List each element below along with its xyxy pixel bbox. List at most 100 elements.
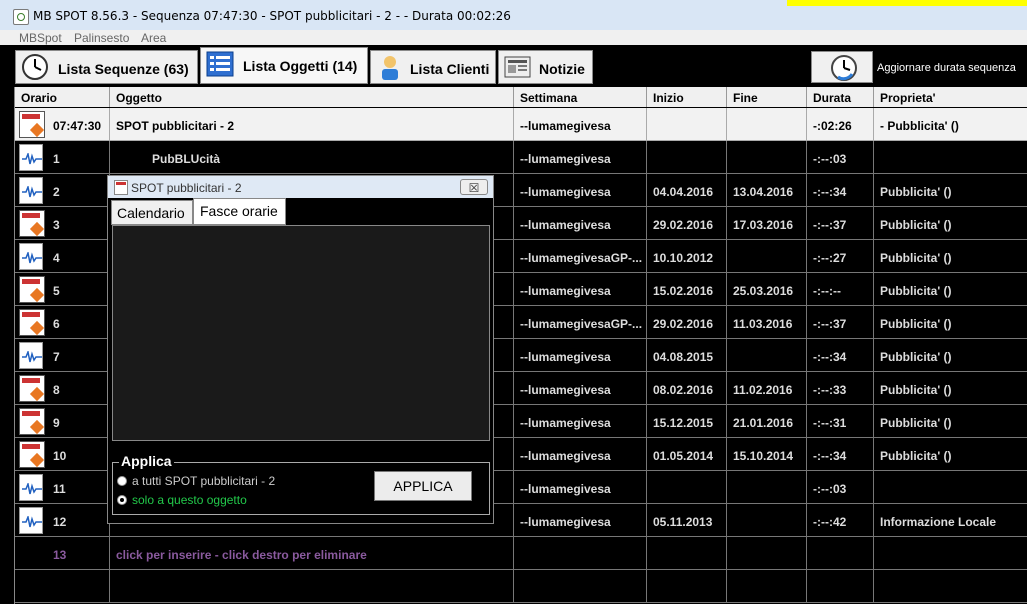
- cell-durata: -:--:33: [807, 372, 874, 405]
- radio-all[interactable]: [117, 476, 127, 486]
- insert-row[interactable]: 13 click per inserire - click destro per…: [15, 537, 1027, 570]
- cell-proprieta: Pubblicita' (): [874, 174, 1027, 207]
- cell-fine: [727, 108, 807, 141]
- cell-inizio: [647, 471, 727, 504]
- cell-fine: 11.03.2016: [727, 306, 807, 339]
- table-cell: [110, 570, 514, 603]
- refresh-duration-button[interactable]: Aggiornare durata sequenza: [811, 51, 1027, 84]
- menu-area[interactable]: Area: [141, 31, 166, 45]
- table-cell: [514, 537, 647, 570]
- cell-inizio: 04.08.2015: [647, 339, 727, 372]
- table-row[interactable]: 07:47:30 SPOT pubblicitari - 2 --lumamegiv…: [15, 108, 1027, 141]
- cell-fine: 21.01.2016: [727, 405, 807, 438]
- person-icon: [375, 53, 405, 81]
- clock-icon: [20, 53, 50, 81]
- cell-inizio: 15.02.2016: [647, 273, 727, 306]
- dialog-titlebar: SPOT pubblicitari - 2 ☒: [108, 176, 493, 198]
- empty-row: [15, 570, 1027, 603]
- refresh-label: Aggiornare durata sequenza: [877, 62, 1016, 74]
- audio-icon: [19, 243, 45, 270]
- cell-durata: -:--:37: [807, 207, 874, 240]
- col-proprieta[interactable]: Proprieta': [874, 87, 1027, 107]
- radio-all-label[interactable]: a tutti SPOT pubblicitari - 2: [132, 474, 275, 488]
- calendar-icon: [19, 210, 45, 237]
- cell-inizio: 05.11.2013: [647, 504, 727, 537]
- menu-bar: MBSpot Palinsesto Area: [0, 30, 1027, 45]
- apply-button[interactable]: APPLICA: [374, 471, 472, 501]
- cell-fine: [727, 339, 807, 372]
- col-fine[interactable]: Fine: [727, 87, 807, 107]
- table-cell: [727, 537, 807, 570]
- calendar-icon: [19, 309, 45, 336]
- calendar-icon: [19, 111, 45, 138]
- cell-proprieta: [874, 141, 1027, 174]
- col-settimana[interactable]: Settimana: [514, 87, 647, 107]
- tab-lista-clienti[interactable]: Lista Clienti: [370, 50, 496, 84]
- cell-durata: -:--:--: [807, 273, 874, 306]
- tab-lista-sequenze[interactable]: Lista Sequenze (63): [15, 50, 198, 84]
- cell-fine: 13.04.2016: [727, 174, 807, 207]
- table-cell: [874, 570, 1027, 603]
- cell-durata: -:--:34: [807, 438, 874, 471]
- calendar-icon: [19, 441, 45, 468]
- table-cell: [647, 537, 727, 570]
- cell-proprieta: Pubblicita' (): [874, 438, 1027, 471]
- window-title: MB SPOT 8.56.3 - Sequenza 07:47:30 - SPO…: [33, 9, 511, 23]
- table-row[interactable]: 1 PubBLUcità --lumamegivesa -:--:03: [15, 141, 1027, 174]
- radio-this[interactable]: [117, 495, 127, 505]
- col-durata[interactable]: Durata: [807, 87, 874, 107]
- cell-durata: -:--:34: [807, 339, 874, 372]
- cell-fine: 25.03.2016: [727, 273, 807, 306]
- menu-palinsesto[interactable]: Palinsesto: [74, 31, 129, 45]
- cell-inizio: 29.02.2016: [647, 306, 727, 339]
- cell-inizio: 29.02.2016: [647, 207, 727, 240]
- audio-icon: [19, 177, 45, 204]
- dialog-content-panel: [112, 225, 490, 441]
- cell-fine: [727, 504, 807, 537]
- cell-settimana: --lumamegivesa: [514, 372, 647, 405]
- cell-fine: 11.02.2016: [727, 372, 807, 405]
- close-button[interactable]: ☒: [460, 179, 488, 195]
- cell-proprieta: [874, 471, 1027, 504]
- audio-icon: [19, 342, 45, 369]
- col-oggetto[interactable]: Oggetto: [110, 87, 514, 107]
- tab-fasce-orarie[interactable]: Fasce orarie: [193, 198, 286, 225]
- audio-icon: [19, 474, 45, 501]
- cell-inizio: 08.02.2016: [647, 372, 727, 405]
- refresh-clock-icon: [811, 51, 873, 83]
- cell-durata: -:--:03: [807, 141, 874, 174]
- cell-settimana: --lumamegivesaGP-...: [514, 240, 647, 273]
- cell-settimana: --lumamegivesa: [514, 339, 647, 372]
- tab-bar: Lista Sequenze (63) Lista Oggetti (14) L…: [0, 45, 1027, 87]
- insert-row-hint: click per inserire - click destro per el…: [110, 537, 514, 570]
- cell-inizio: 01.05.2014: [647, 438, 727, 471]
- tab-calendario[interactable]: Calendario: [111, 200, 193, 225]
- cell-settimana: --lumamegivesa: [514, 174, 647, 207]
- cell-settimana: --lumamegivesa: [514, 471, 647, 504]
- menu-mbspot[interactable]: MBSpot: [19, 31, 62, 45]
- radio-this-label[interactable]: solo a questo oggetto: [132, 493, 247, 507]
- cell-durata: -:--:34: [807, 174, 874, 207]
- col-orario[interactable]: Orario: [15, 87, 110, 107]
- cell-fine: [727, 141, 807, 174]
- tab-notizie[interactable]: Notizie: [498, 50, 593, 84]
- table-cell: [807, 537, 874, 570]
- cell-proprieta: Pubblicita' (): [874, 339, 1027, 372]
- app-icon: [13, 9, 29, 25]
- cell-settimana: --lumamegivesa: [514, 207, 647, 240]
- cell-inizio: 15.12.2015: [647, 405, 727, 438]
- window-titlebar: MB SPOT 8.56.3 - Sequenza 07:47:30 - SPO…: [0, 0, 1027, 30]
- tab-lista-oggetti[interactable]: Lista Oggetti (14): [200, 47, 368, 84]
- cell-inizio: [647, 141, 727, 174]
- tab-label: Lista Sequenze (63): [58, 61, 189, 77]
- cell-proprieta: Informazione Locale: [874, 504, 1027, 537]
- cell-proprieta: Pubblicita' (): [874, 273, 1027, 306]
- cell-inizio: 10.10.2012: [647, 240, 727, 273]
- cell-durata: -:--:03: [807, 471, 874, 504]
- applica-group: Applica a tutti SPOT pubblicitari - 2 so…: [112, 453, 490, 515]
- cell-durata: -:--:27: [807, 240, 874, 273]
- cell-proprieta: Pubblicita' (): [874, 372, 1027, 405]
- cell-proprieta: Pubblicita' (): [874, 306, 1027, 339]
- table-cell: [807, 570, 874, 603]
- col-inizio[interactable]: Inizio: [647, 87, 727, 107]
